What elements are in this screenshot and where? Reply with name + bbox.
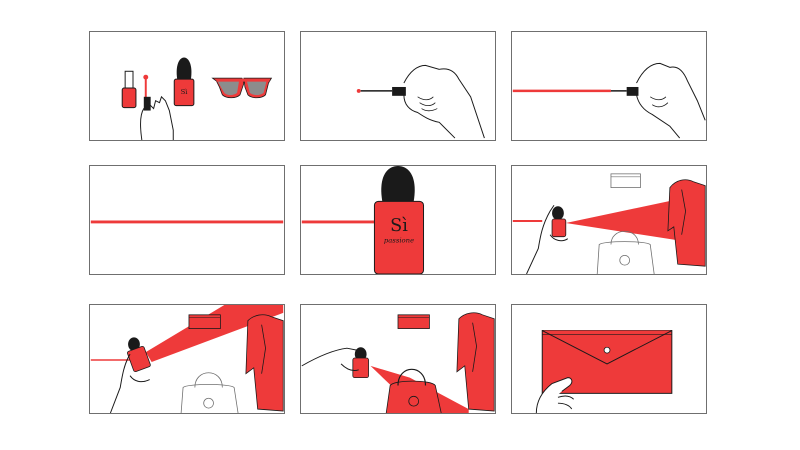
sunglasses-icon <box>211 77 273 99</box>
panel-6-illustration <box>512 173 706 274</box>
bottle-brand-mark: Sì <box>390 216 408 236</box>
hand-icon <box>403 64 485 139</box>
panel-5-illustration: Sì passione <box>301 166 425 274</box>
jacket-icon <box>245 314 284 412</box>
perfume-bottle-icon: Sì passione <box>373 166 425 274</box>
panel-9-illustration <box>535 330 673 413</box>
storyboard-panel-1: Sì <box>89 31 285 141</box>
storyboard-panel-2 <box>300 31 496 141</box>
perfume-bottle-icon <box>551 206 567 238</box>
bottle-brand-mark: Sì <box>181 88 189 96</box>
panel-1-illustration: Sì <box>121 57 273 140</box>
clutch-icon <box>397 314 430 329</box>
storyboard-panel-8 <box>300 304 496 414</box>
nail-polish-icon <box>121 70 137 109</box>
jacket-icon <box>667 179 706 267</box>
storyboard-panel-6 <box>511 165 707 275</box>
clutch-icon <box>610 173 641 188</box>
storyboard-panel-4 <box>89 165 285 275</box>
perfume-bottle-icon <box>352 347 369 379</box>
panel-7-illustration <box>90 305 284 413</box>
handbag-icon <box>180 372 239 413</box>
panel-2-illustration <box>356 64 485 139</box>
panel-3-illustration <box>512 62 706 139</box>
hand-icon <box>301 347 359 372</box>
nail-brush-icon <box>356 86 406 96</box>
storyboard-panel-9 <box>511 304 707 414</box>
perfume-bottle-icon: Sì <box>173 57 195 107</box>
handbag-icon <box>596 230 655 274</box>
hand-icon <box>140 74 174 140</box>
perfume-bottle-icon <box>127 337 151 373</box>
panel-8-illustration <box>301 312 495 413</box>
storyboard-panel-5: Sì passione <box>300 165 496 275</box>
hand-icon <box>636 62 706 139</box>
jacket-icon <box>456 312 495 412</box>
panel-4-illustration <box>90 220 284 224</box>
bottle-script-text: passione <box>384 237 414 245</box>
storyboard-panel-7 <box>89 304 285 414</box>
nail-brush-icon <box>512 86 639 96</box>
storyboard-panel-3 <box>511 31 707 141</box>
clutch-icon <box>188 314 221 329</box>
